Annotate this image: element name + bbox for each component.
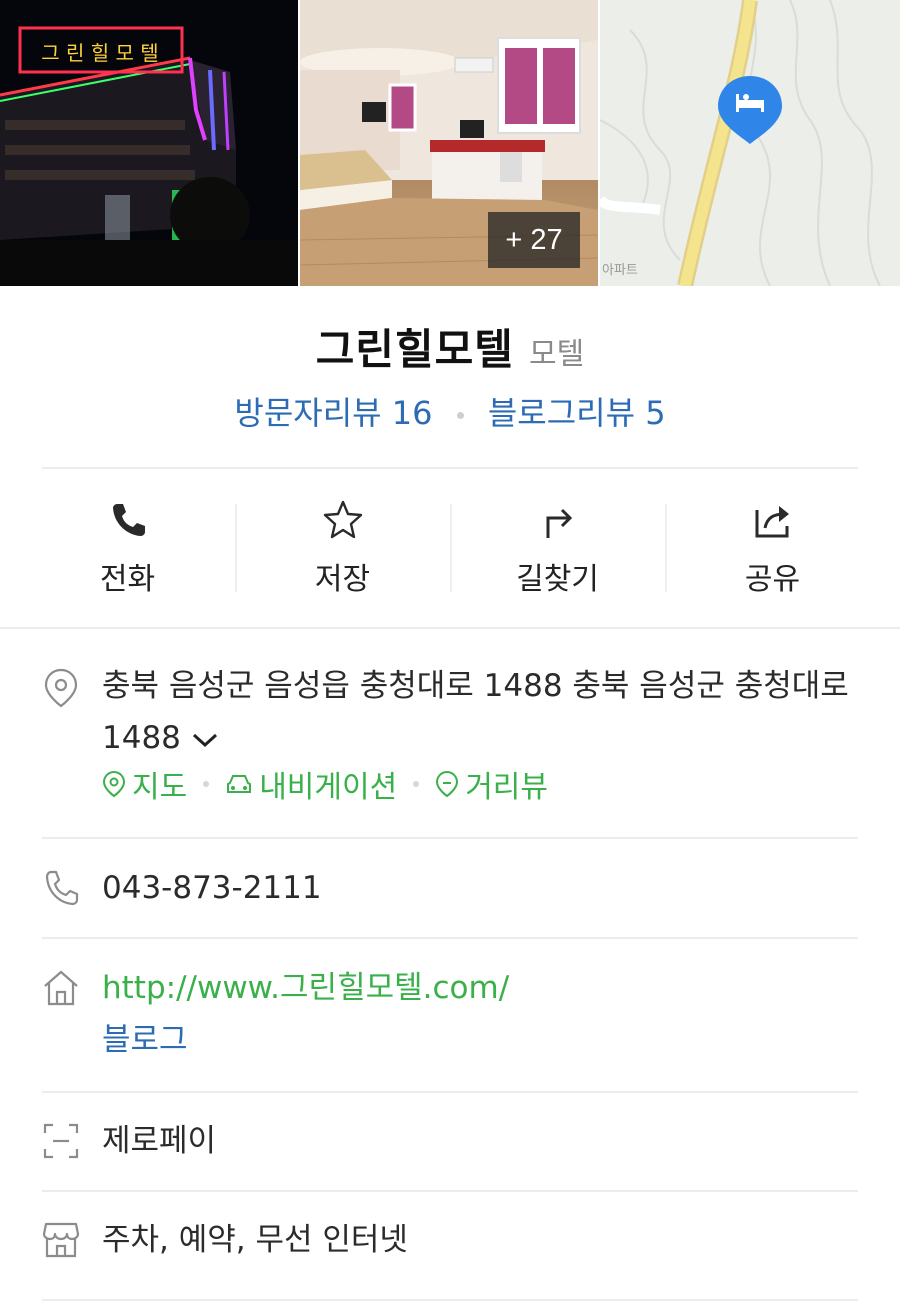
map-pin-small-icon bbox=[102, 770, 126, 798]
streetview-pin-icon bbox=[436, 770, 459, 798]
mini-map[interactable]: 아파트 bbox=[600, 0, 900, 286]
photo-gallery: 그 린 힐 모 텔 + 27 아파트 bbox=[0, 0, 900, 286]
photo-exterior-night[interactable]: 그 린 힐 모 텔 bbox=[0, 0, 298, 286]
place-name: 그린힐모텔 bbox=[315, 325, 514, 374]
share-button[interactable]: 공유 bbox=[665, 470, 880, 626]
directions-button[interactable]: 길찾기 bbox=[450, 470, 665, 626]
blog-reviews-link[interactable]: 블로그리뷰 5 bbox=[488, 394, 666, 432]
separator-dot bbox=[456, 411, 464, 419]
separator-dot bbox=[203, 781, 210, 787]
chevron-down-icon[interactable] bbox=[191, 730, 219, 750]
divider bbox=[0, 627, 900, 629]
phone-number[interactable]: 043-873-2111 bbox=[102, 862, 322, 914]
divider bbox=[42, 1091, 858, 1093]
share-label: 공유 bbox=[744, 562, 801, 597]
address-text[interactable]: 충북 음성군 음성읍 충청대로 1488 충북 음성군 충청대로 1488 bbox=[102, 660, 862, 764]
streetview-link[interactable]: 거리뷰 bbox=[435, 762, 548, 806]
map-place-label: 아파트 bbox=[602, 263, 638, 278]
divider bbox=[42, 1190, 858, 1192]
phone-icon bbox=[112, 504, 145, 536]
streetview-link-label: 거리뷰 bbox=[465, 770, 549, 805]
address-links: 지도 내비게이션 거리뷰 bbox=[102, 762, 548, 806]
website-link[interactable]: http://www.그린힐모텔.com/ bbox=[102, 962, 509, 1014]
home-icon bbox=[44, 970, 78, 1006]
store-icon bbox=[42, 1222, 80, 1258]
share-icon bbox=[755, 506, 789, 538]
save-label: 저장 bbox=[314, 562, 371, 597]
navigation-link[interactable]: 내비게이션 bbox=[225, 762, 397, 806]
payment-row: 제로페이 bbox=[42, 1115, 858, 1167]
photo-room-interior[interactable]: + 27 bbox=[300, 0, 598, 286]
divider bbox=[42, 1299, 858, 1301]
review-links: 방문자리뷰 16 블로그리뷰 5 bbox=[0, 388, 900, 434]
phone-row: 043-873-2111 bbox=[42, 862, 858, 914]
place-category: 모텔 bbox=[529, 337, 585, 372]
call-label: 전화 bbox=[99, 562, 156, 597]
phone-outline-icon bbox=[45, 870, 79, 906]
divider bbox=[42, 837, 858, 839]
call-button[interactable]: 전화 bbox=[20, 470, 235, 626]
action-bar: 전화 저장 길찾기 공유 bbox=[20, 470, 880, 626]
divider bbox=[42, 937, 858, 939]
more-photos-badge[interactable]: + 27 bbox=[488, 212, 580, 268]
separator-dot bbox=[413, 781, 420, 787]
neon-sign-text: 그 린 힐 모 텔 bbox=[41, 41, 158, 65]
navigation-link-label: 내비게이션 bbox=[259, 770, 398, 805]
divider bbox=[42, 467, 858, 469]
star-icon bbox=[323, 500, 362, 539]
blog-link[interactable]: 블로그 bbox=[102, 1014, 188, 1066]
save-button[interactable]: 저장 bbox=[235, 470, 450, 626]
directions-label: 길찾기 bbox=[516, 562, 599, 597]
place-title-row: 그린힐모텔 모텔 bbox=[0, 316, 900, 377]
scan-icon bbox=[43, 1123, 79, 1159]
amenities-row: 주차, 예약, 무선 인터넷 bbox=[42, 1214, 858, 1266]
location-pin-icon bbox=[44, 668, 78, 708]
address-row: 충북 음성군 음성읍 충청대로 1488 충북 음성군 충청대로 1488 지도… bbox=[42, 660, 858, 830]
website-row: http://www.그린힐모텔.com/ 블로그 bbox=[42, 962, 858, 1072]
visitor-reviews-link[interactable]: 방문자리뷰 16 bbox=[234, 394, 432, 432]
map-link[interactable]: 지도 bbox=[102, 762, 187, 806]
directions-arrow-icon bbox=[546, 508, 572, 538]
car-icon bbox=[227, 775, 252, 793]
map-link-label: 지도 bbox=[132, 770, 188, 805]
payment-method: 제로페이 bbox=[102, 1123, 217, 1159]
amenities-list: 주차, 예약, 무선 인터넷 bbox=[102, 1222, 408, 1258]
